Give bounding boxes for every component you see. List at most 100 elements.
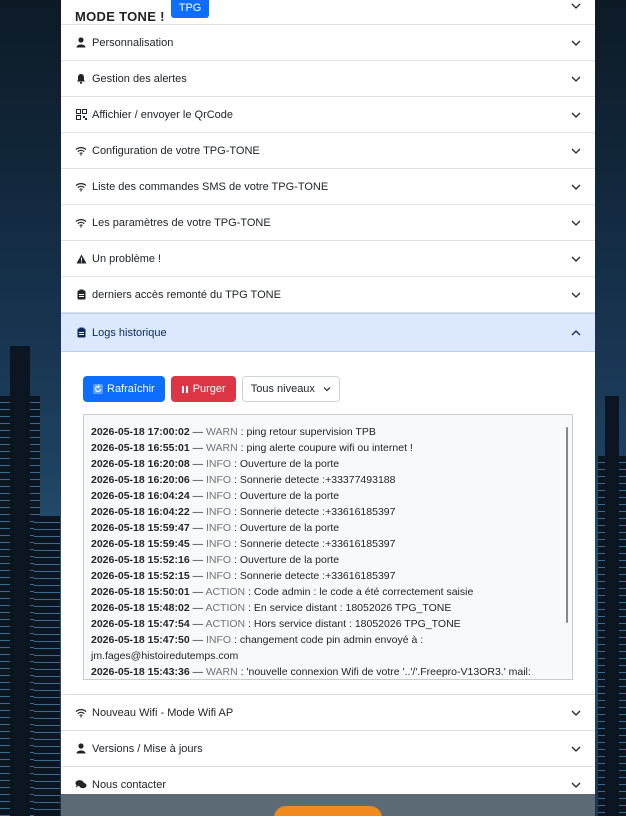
section-label: Nous contacter [92,778,166,791]
log-level: INFO [206,634,232,646]
log-scrollbar[interactable] [566,427,568,623]
accordion-panel: MODE TONE ! TPG Personnalisation Gestion … [61,0,595,803]
section-label: Versions / Mise à jours [92,742,203,755]
log-message: : Ouverture de la porte [234,458,340,470]
chevron-down-icon [571,292,581,298]
log-message: : Hors service distant : 18052026 TPG_TO… [248,618,461,630]
chevron-down-icon [571,3,581,9]
clipboard-icon [75,289,87,301]
log-timestamp: 2026-05-18 16:20:08 [91,458,190,470]
log-message: : En service distant : 18052026 TPG_TONE [248,602,452,614]
chevron-down-icon [571,148,581,154]
accordion-header-liste-des-commandes-sms-de-votre-tpg-tone[interactable]: Liste des commandes SMS de votre TPG-TON… [61,169,595,205]
chevron-down-icon [571,76,581,82]
log-entry: 2026-05-18 15:52:16 — INFO : Ouverture d… [91,554,340,566]
accordion-header-affichier-envoyer-le-qrcode[interactable]: Affichier / envoyer le QrCode [61,97,595,133]
logs-section-label: Logs historique [92,326,167,339]
log-list[interactable]: 2026-05-18 17:00:02 — WARN : ping retour… [83,414,573,680]
bell-icon [75,73,87,85]
log-level: INFO [206,458,232,470]
accordion-header-versions-mise-a-jours[interactable]: Versions / Mise à jours [61,731,595,767]
log-message: : Sonnerie detecte :+33616185397 [234,506,396,518]
wifi-icon [75,181,87,193]
log-message: : changement code pin admin envoyé à : [234,634,424,646]
section-label: Nouveau Wifi - Mode Wifi AP [92,706,234,719]
wifi-icon [75,707,87,719]
log-message: : ping retour supervision TPB [240,426,376,438]
chevron-down-icon [323,387,331,392]
log-message: : 'nouvelle connexion Wifi de votre '..'… [240,666,531,678]
section-label: Personnalisation [92,36,174,49]
accordion-header-nouveau-wifi-mode-wifi-ap[interactable]: Nouveau Wifi - Mode Wifi AP [61,695,595,731]
person-icon [75,743,87,755]
log-level: INFO [206,570,232,582]
accordion-header-mode[interactable]: MODE TONE ! TPG [61,0,595,25]
section-label: Un problème ! [92,252,162,265]
chevron-down-icon [571,112,581,118]
log-message: : Sonnerie detecte :+33616185397 [234,538,396,550]
wifi-icon [75,145,87,157]
log-level: WARN [206,666,238,678]
accordion-header-logs[interactable]: Logs historique [61,313,595,352]
log-message: : Ouverture de la porte [234,522,340,534]
refresh-button[interactable]: Rafraîchir [83,376,165,402]
accordion-header-un-probleme[interactable]: Un problème ! [61,241,595,277]
chevron-down-icon [571,220,581,226]
accordion-header-les-parametres-de-votre-tpg-tone[interactable]: Les paramètres de votre TPG-TONE [61,205,595,241]
qrcode-icon [75,109,87,121]
chevron-down-icon [571,40,581,46]
log-message: : Code admin : le code a été correctemen… [248,586,474,598]
section-label: derniers accès remonté du TPG TONE [92,288,281,301]
log-entry: 2026-05-18 15:48:02 — ACTION : En servic… [91,602,452,614]
section-label: Configuration de votre TPG-TONE [92,144,260,157]
log-timestamp: 2026-05-18 15:52:16 [91,554,190,566]
log-entry: 2026-05-18 16:20:06 — INFO : Sonnerie de… [91,474,396,486]
warning-icon [75,253,87,265]
tpg-badge: TPG [170,0,210,18]
log-message: jm.fages@histoiredutemps.com [91,650,239,662]
log-entry: 2026-05-18 16:55:01 — WARN : ping alerte… [91,442,413,454]
log-entry: 2026-05-18 15:47:50 — INFO : changement … [91,634,424,646]
log-level: ACTION [205,618,246,630]
log-level: WARN [206,426,238,438]
mode-title: MODE TONE ! [75,9,165,24]
chevron-up-icon [571,329,581,335]
chevron-down-icon [571,184,581,190]
purge-label: Purger [192,383,226,395]
chevron-down-icon [571,746,581,752]
log-timestamp: 2026-05-18 15:43:36 [91,666,190,678]
accordion-header-personnalisation[interactable]: Personnalisation [61,25,595,61]
accordion-header-configuration-de-votre-tpg-tone[interactable]: Configuration de votre TPG-TONE [61,133,595,169]
log-timestamp: 2026-05-18 15:47:50 [91,634,190,646]
level-filter-select[interactable]: Tous niveaux [241,376,340,402]
section-label: Gestion des alertes [92,72,187,85]
log-timestamp: 2026-05-18 16:04:22 [91,506,190,518]
log-level: INFO [206,490,232,502]
log-entry: 2026-05-18 15:43:36 — WARN : 'nouvelle c… [91,666,531,678]
log-message: : ping alerte coupure wifi ou internet ! [240,442,413,454]
log-entry: 2026-05-18 15:59:47 — INFO : Ouverture d… [91,522,340,534]
log-timestamp: 2026-05-18 17:00:02 [91,426,190,438]
log-entry: 2026-05-18 15:47:54 — ACTION : Hors serv… [91,618,461,630]
log-timestamp: 2026-05-18 16:04:24 [91,490,190,502]
logs-toolbar: Rafraîchir Purger Tous niveaux [83,376,573,402]
refresh-icon [93,384,103,394]
log-level: WARN [206,442,238,454]
refresh-label: Rafraîchir [107,383,155,395]
chevron-down-icon [571,256,581,262]
log-entry: 2026-05-18 15:50:01 — ACTION : Code admi… [91,586,474,598]
log-level: ACTION [205,602,246,614]
log-level: INFO [206,506,232,518]
chevron-down-icon [571,710,581,716]
log-level: INFO [206,474,232,486]
log-entry: 2026-05-18 17:00:02 — WARN : ping retour… [91,426,376,438]
accordion-header-gestion-des-alertes[interactable]: Gestion des alertes [61,61,595,97]
log-entry: 2026-05-18 16:20:08 — INFO : Ouverture d… [91,458,340,470]
log-timestamp: 2026-05-18 15:50:01 [91,586,190,598]
footer-action-button[interactable] [274,806,382,816]
accordion-header-derniers-acces-remonte-du-tpg-tone[interactable]: derniers accès remonté du TPG TONE [61,277,595,313]
logs-section-body: Rafraîchir Purger Tous niveaux 2026-05-1… [61,352,595,695]
log-timestamp: 2026-05-18 16:20:06 [91,474,190,486]
log-level: ACTION [205,586,246,598]
purge-button[interactable]: Purger [170,376,236,402]
